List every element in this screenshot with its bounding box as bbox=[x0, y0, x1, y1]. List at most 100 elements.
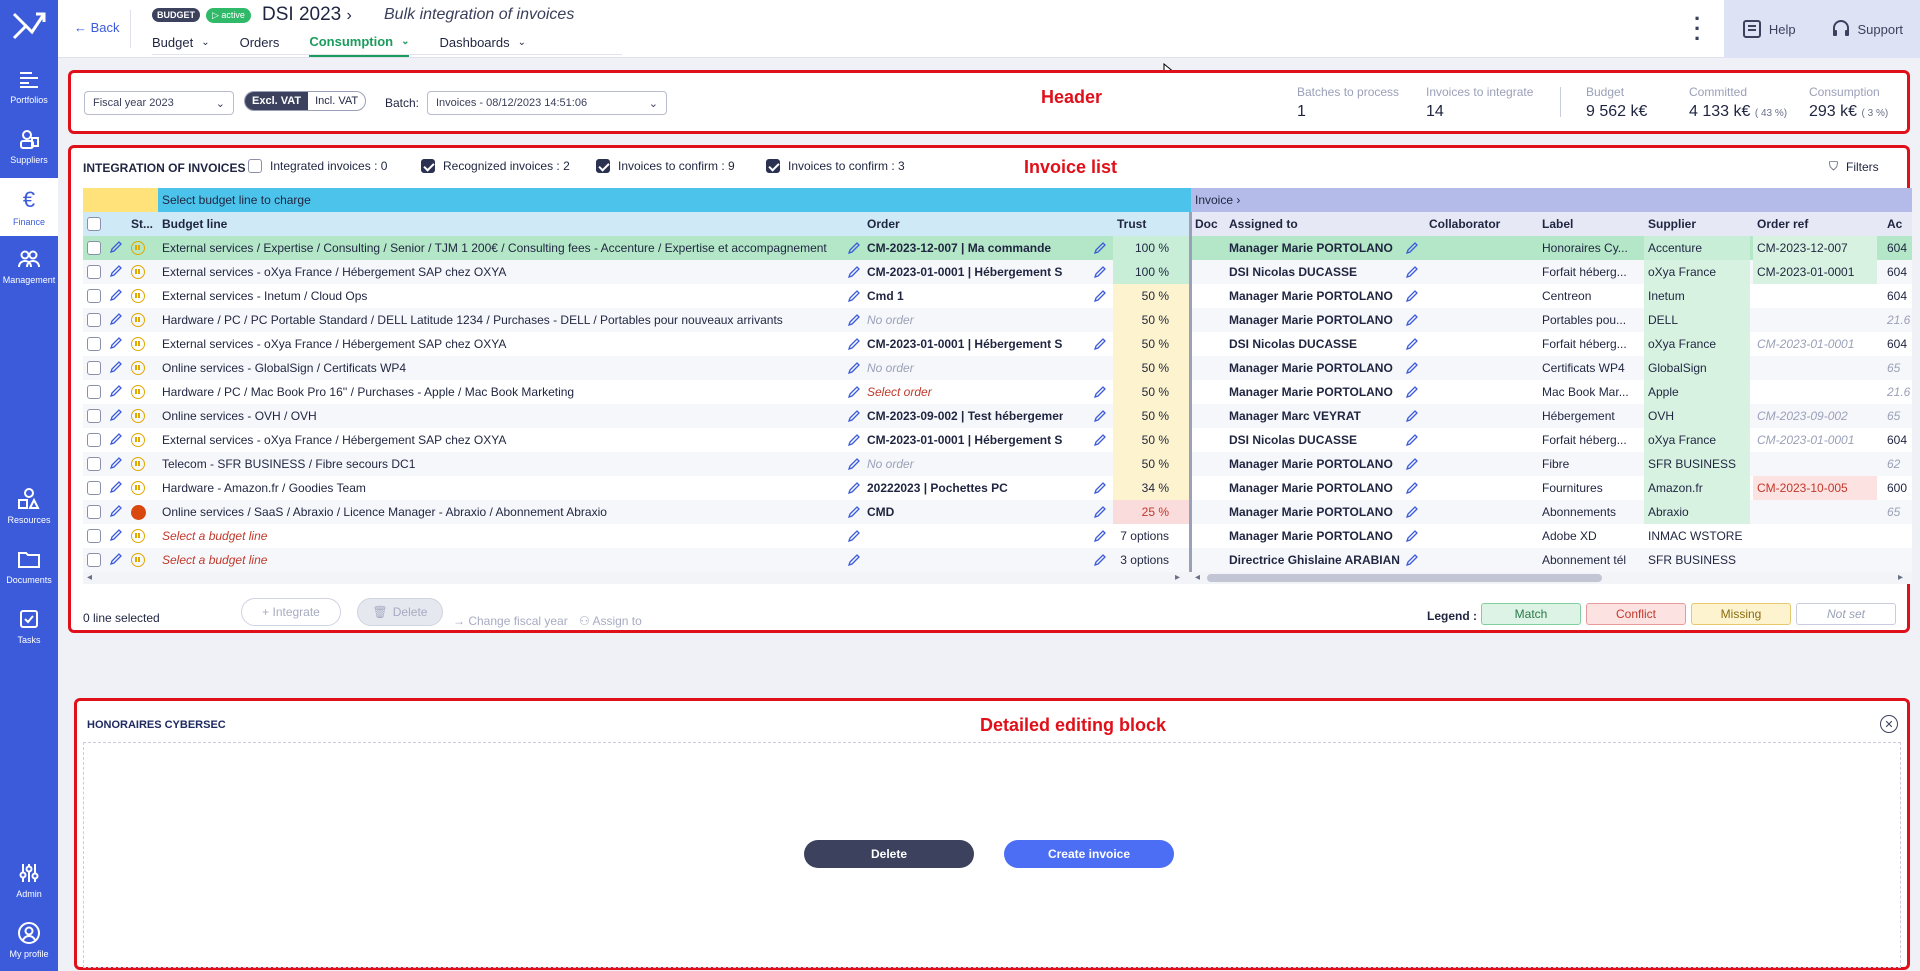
edit-budget-line-icon[interactable] bbox=[847, 433, 861, 447]
order-cell[interactable]: No order bbox=[863, 356, 1063, 380]
edit-order-icon[interactable] bbox=[1093, 289, 1107, 303]
col-collaborator[interactable]: Collaborator bbox=[1425, 212, 1535, 236]
table-row[interactable]: Hardware - Amazon.fr / Goodies Team 20222… bbox=[83, 476, 1912, 500]
edit-assignee-icon[interactable] bbox=[1405, 265, 1419, 279]
sidebar-item-tasks[interactable]: Tasks bbox=[0, 598, 58, 654]
order-cell[interactable]: Cmd 1 bbox=[863, 284, 1063, 308]
edit-order-icon[interactable] bbox=[1093, 385, 1107, 399]
sidebar-item-my-profile[interactable]: My profile bbox=[0, 912, 58, 968]
order-cell[interactable]: 20222023 | Pochettes PC bbox=[863, 476, 1063, 500]
filter-to-confirm-1[interactable]: Invoices to confirm : 9 bbox=[596, 159, 735, 173]
col-status[interactable]: St... bbox=[127, 212, 157, 236]
doc-cell[interactable] bbox=[1191, 428, 1221, 452]
budget-line-cell[interactable]: Online services / SaaS / Abraxio / Licen… bbox=[158, 500, 848, 524]
edit-pencil-icon[interactable] bbox=[109, 264, 123, 278]
sidebar-item-resources[interactable]: Resources bbox=[0, 478, 58, 534]
edit-assignee-icon[interactable] bbox=[1405, 529, 1419, 543]
edit-order-icon[interactable] bbox=[1093, 505, 1107, 519]
filter-to-confirm-2[interactable]: Invoices to confirm : 3 bbox=[766, 159, 905, 173]
select-all-checkbox[interactable] bbox=[87, 217, 101, 231]
table-row[interactable]: External services / Expertise / Consulti… bbox=[83, 236, 1912, 260]
edit-assignee-icon[interactable] bbox=[1405, 241, 1419, 255]
edit-pencil-icon[interactable] bbox=[109, 312, 123, 326]
row-checkbox[interactable] bbox=[87, 385, 101, 399]
filter-recognized[interactable]: Recognized invoices : 2 bbox=[421, 159, 570, 173]
edit-order-icon[interactable] bbox=[1093, 481, 1107, 495]
col-amount[interactable]: Ac bbox=[1883, 212, 1912, 236]
table-row[interactable]: Hardware / PC / PC Portable Standard / D… bbox=[83, 308, 1912, 332]
edit-pencil-icon[interactable] bbox=[109, 528, 123, 542]
row-checkbox[interactable] bbox=[87, 505, 101, 519]
order-cell[interactable]: CM-2023-12-007 | Ma commande bbox=[863, 236, 1063, 260]
budget-line-cell[interactable]: Hardware / PC / PC Portable Standard / D… bbox=[158, 308, 848, 332]
row-checkbox[interactable] bbox=[87, 337, 101, 351]
order-cell[interactable]: Select order bbox=[863, 380, 1063, 404]
edit-assignee-icon[interactable] bbox=[1405, 553, 1419, 567]
edit-order-icon[interactable] bbox=[1093, 337, 1107, 351]
checkbox[interactable] bbox=[596, 159, 610, 173]
doc-cell[interactable] bbox=[1191, 524, 1221, 548]
create-invoice-button[interactable]: Create invoice bbox=[1004, 840, 1174, 868]
edit-budget-line-icon[interactable] bbox=[847, 529, 861, 543]
col-trust[interactable]: Trust bbox=[1113, 212, 1183, 236]
doc-cell[interactable] bbox=[1191, 500, 1221, 524]
budget-line-cell[interactable]: External services / Expertise / Consulti… bbox=[158, 236, 848, 260]
sidebar-item-management[interactable]: Management bbox=[0, 238, 58, 294]
checkbox[interactable] bbox=[421, 159, 435, 173]
incl-vat-option[interactable]: Incl. VAT bbox=[308, 92, 365, 110]
edit-budget-line-icon[interactable] bbox=[847, 505, 861, 519]
order-cell[interactable] bbox=[863, 548, 1063, 572]
scrollbar-thumb[interactable] bbox=[1207, 574, 1602, 582]
table-row[interactable]: External services - Inetum / Cloud Ops Cm… bbox=[83, 284, 1912, 308]
doc-cell[interactable] bbox=[1191, 452, 1221, 476]
order-cell[interactable]: No order bbox=[863, 452, 1063, 476]
scroll-right-icon[interactable]: ▸ bbox=[1898, 572, 1903, 583]
budget-line-cell[interactable]: External services - Inetum / Cloud Ops bbox=[158, 284, 848, 308]
budget-line-cell[interactable]: Online services - OVH / OVH bbox=[158, 404, 848, 428]
doc-cell[interactable] bbox=[1191, 260, 1221, 284]
budget-line-cell[interactable]: Hardware - Amazon.fr / Goodies Team bbox=[158, 476, 848, 500]
table-row[interactable]: Hardware / PC / Mac Book Pro 16'' / Purc… bbox=[83, 380, 1912, 404]
edit-budget-line-icon[interactable] bbox=[847, 361, 861, 375]
table-row[interactable]: Online services - GlobalSign / Certifica… bbox=[83, 356, 1912, 380]
doc-cell[interactable] bbox=[1191, 404, 1221, 428]
edit-order-icon[interactable] bbox=[1093, 265, 1107, 279]
excl-vat-option[interactable]: Excl. VAT bbox=[245, 92, 309, 110]
edit-budget-line-icon[interactable] bbox=[847, 289, 861, 303]
band-invoice[interactable]: Invoice › bbox=[1191, 188, 1912, 212]
edit-assignee-icon[interactable] bbox=[1405, 289, 1419, 303]
order-cell[interactable] bbox=[863, 524, 1063, 548]
edit-budget-line-icon[interactable] bbox=[847, 457, 861, 471]
edit-budget-line-icon[interactable] bbox=[847, 265, 861, 279]
table-row[interactable]: Select a budget line 3 options Directrice … bbox=[83, 548, 1912, 572]
edit-assignee-icon[interactable] bbox=[1405, 385, 1419, 399]
sidebar-item-portfolios[interactable]: Portfolios bbox=[0, 58, 58, 114]
row-checkbox[interactable] bbox=[87, 433, 101, 447]
assign-to-button[interactable]: ⚇ Assign to bbox=[579, 614, 642, 628]
edit-pencil-icon[interactable] bbox=[109, 336, 123, 350]
order-cell[interactable]: CM-2023-01-0001 | Hébergement SAP bbox=[863, 428, 1063, 452]
budget-line-cell[interactable]: External services - oXya France / Héberg… bbox=[158, 332, 848, 356]
filter-integrated[interactable]: Integrated invoices : 0 bbox=[248, 159, 387, 173]
table-row[interactable]: Online services - OVH / OVH CM-2023-09-00… bbox=[83, 404, 1912, 428]
edit-budget-line-icon[interactable] bbox=[847, 409, 861, 423]
doc-cell[interactable] bbox=[1191, 332, 1221, 356]
budget-line-cell[interactable]: Select a budget line bbox=[158, 548, 848, 572]
scroll-left-icon[interactable]: ◂ bbox=[87, 572, 92, 583]
edit-pencil-icon[interactable] bbox=[109, 408, 123, 422]
doc-cell[interactable] bbox=[1191, 548, 1221, 572]
edit-assignee-icon[interactable] bbox=[1405, 505, 1419, 519]
edit-budget-line-icon[interactable] bbox=[847, 553, 861, 567]
edit-pencil-icon[interactable] bbox=[109, 480, 123, 494]
batch-select[interactable]: Invoices - 08/12/2023 14:51:06 ⌄ bbox=[427, 91, 667, 115]
row-checkbox[interactable] bbox=[87, 241, 101, 255]
edit-order-icon[interactable] bbox=[1093, 529, 1107, 543]
edit-pencil-icon[interactable] bbox=[109, 552, 123, 566]
edit-assignee-icon[interactable] bbox=[1405, 481, 1419, 495]
order-cell[interactable]: CM-2023-09-002 | Test hébergement bbox=[863, 404, 1063, 428]
edit-budget-line-icon[interactable] bbox=[847, 385, 861, 399]
edit-assignee-icon[interactable] bbox=[1405, 337, 1419, 351]
col-order-ref[interactable]: Order ref bbox=[1753, 212, 1873, 236]
edit-assignee-icon[interactable] bbox=[1405, 409, 1419, 423]
edit-assignee-icon[interactable] bbox=[1405, 457, 1419, 471]
